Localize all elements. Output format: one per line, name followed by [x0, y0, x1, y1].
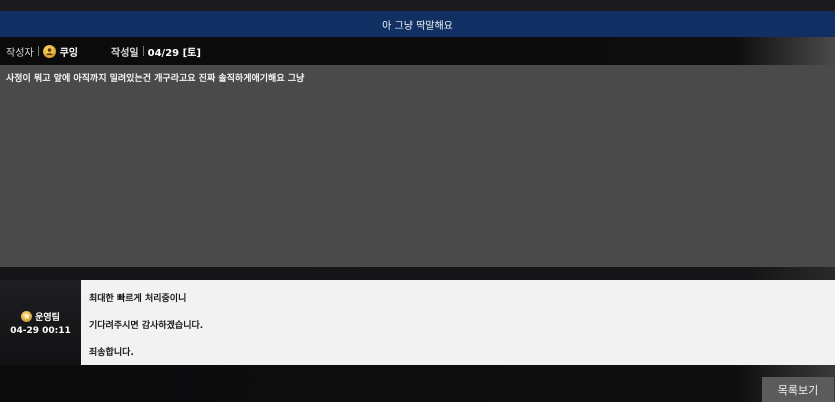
post-content: 사정이 뭐고 앞에 아직까지 밀려있는건 개구라고요 진짜 솔직하게애기해요 그… — [0, 65, 835, 267]
top-strip — [0, 0, 835, 11]
post-title: 아 그냥 딱말해요 — [382, 20, 453, 32]
meta-divider — [142, 46, 144, 56]
comment-author-panel: 운영팀 04-29 00:11 — [0, 280, 81, 365]
post-meta-row: 작성자 쿠잉 작성일 04/29 [토] — [0, 37, 835, 65]
admin-star-icon — [21, 310, 33, 322]
comment-line: 기다려주시면 감사하겠습니다. — [89, 321, 204, 331]
post-title-bar: 아 그냥 딱말해요 — [0, 11, 835, 37]
comment-timestamp: 04-29 00:11 — [10, 325, 71, 336]
date-label: 작성일 — [111, 47, 139, 59]
post-body-text: 사정이 뭐고 앞에 아직까지 밀려있는건 개구라고요 진짜 솔직하게애기해요 그… — [6, 74, 305, 84]
comment-row: 운영팀 04-29 00:11 최대한 빠르게 처리중이니 기다려주시면 감사하… — [0, 280, 835, 365]
author-label: 작성자 — [6, 47, 34, 59]
list-view-button[interactable]: 목록보기 — [762, 377, 834, 402]
comment-author: 운영팀 — [35, 312, 60, 323]
comment-line: 죄송합니다. — [89, 348, 134, 358]
bottom-action-row: 목록보기 — [0, 365, 835, 402]
content-divider — [0, 267, 835, 280]
user-badge-icon — [42, 44, 56, 58]
comment-line: 최대한 빠르게 처리중이니 — [89, 294, 187, 304]
comment-body: 최대한 빠르게 처리중이니 기다려주시면 감사하겠습니다. 죄송합니다. — [81, 280, 835, 365]
comment-author-line: 운영팀 — [21, 310, 60, 323]
post-author[interactable]: 쿠잉 — [60, 44, 78, 59]
meta-divider — [37, 46, 39, 56]
post-date: 04/29 [토] — [147, 47, 201, 59]
